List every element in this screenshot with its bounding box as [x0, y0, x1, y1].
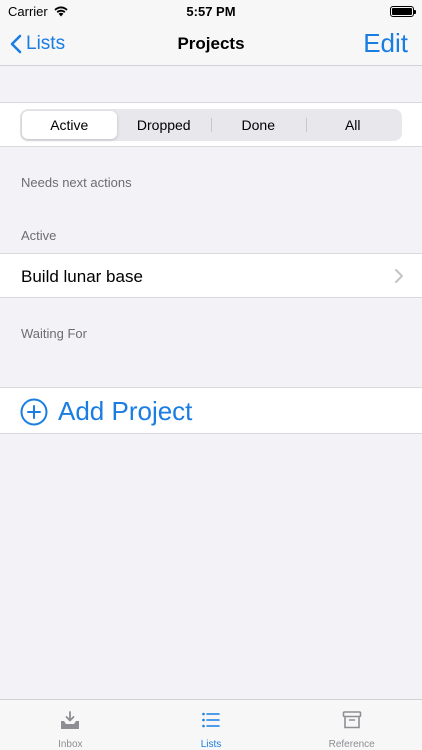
segment-done[interactable]: Done [211, 111, 306, 139]
add-project-label: Add Project [58, 396, 193, 426]
filter-segmented-control: Active Dropped Done All [20, 109, 402, 141]
section-header-waiting-for: Waiting For [21, 326, 87, 341]
section-header-needs-next-actions: Needs next actions [21, 175, 132, 190]
list-icon [202, 712, 220, 728]
battery-icon [390, 5, 416, 17]
tab-reference[interactable]: Reference [281, 700, 422, 750]
tab-inbox[interactable]: Inbox [0, 700, 141, 750]
plus-circle-icon [20, 398, 48, 426]
archive-icon [342, 711, 361, 729]
project-title: Build lunar base [21, 267, 143, 286]
tab-lists-label: Lists [200, 739, 222, 750]
segment-active[interactable]: Active [22, 111, 117, 139]
inbox-icon [61, 711, 80, 729]
page-title: Projects [177, 34, 245, 53]
tab-inbox-label: Inbox [58, 739, 83, 750]
navigation-bar: Lists Projects Edit [0, 22, 422, 66]
section-header-active: Active [21, 228, 57, 243]
add-project-button[interactable]: Add Project [0, 387, 422, 434]
segment-dropped[interactable]: Dropped [117, 111, 212, 139]
tab-reference-label: Reference [328, 739, 375, 750]
tab-bar: Inbox Lists Reference [0, 699, 422, 750]
project-row[interactable]: Build lunar base [0, 253, 422, 298]
edit-button[interactable]: Edit [363, 28, 408, 59]
chevron-right-icon [395, 269, 403, 283]
tab-lists[interactable]: Lists [141, 700, 282, 750]
segment-all[interactable]: All [305, 111, 401, 139]
status-time: 5:57 PM [186, 3, 236, 19]
filter-bar: Active Dropped Done All [0, 102, 422, 147]
status-bar: Carrier 5:57 PM [0, 0, 422, 22]
